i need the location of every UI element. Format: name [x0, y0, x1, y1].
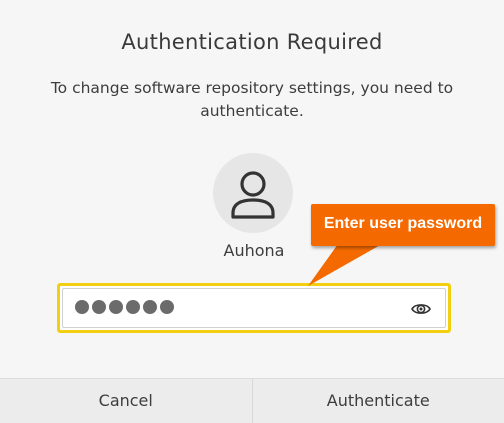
password-input[interactable]	[62, 288, 446, 328]
authentication-dialog: Authentication Required To change softwa…	[0, 0, 504, 423]
eye-icon[interactable]	[411, 301, 431, 317]
button-bar: Cancel Authenticate	[0, 378, 504, 423]
dialog-message: To change software repository settings, …	[50, 79, 454, 120]
authenticate-button[interactable]: Authenticate	[252, 379, 504, 423]
cancel-button[interactable]: Cancel	[0, 379, 253, 423]
dialog-title: Authentication Required	[121, 30, 383, 54]
callout-box: Enter user password	[311, 204, 495, 246]
password-highlight	[57, 283, 451, 333]
avatar	[213, 153, 293, 233]
user-icon	[231, 171, 275, 219]
callout-text: Enter user password	[323, 215, 483, 232]
password-mask	[75, 300, 174, 314]
